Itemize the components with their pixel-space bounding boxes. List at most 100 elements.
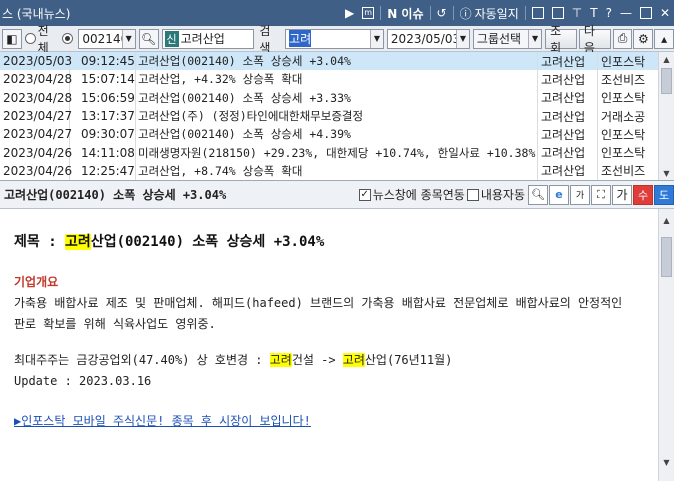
auto-content-checkbox[interactable]: 내용자동 [466,186,525,203]
scroll-down-icon[interactable]: ▼ [659,166,674,180]
news-row[interactable]: 2023/04/28 15:06:59 고려산업(002140) 소폭 상승세 +3… [0,88,658,107]
chevron-down-icon[interactable]: ▼ [369,29,383,48]
news-title: 고려산업(주) (정정)타인에대한채무보증결정 [136,106,538,126]
shareholder-highlight-2: 고려 [342,353,365,367]
section-title: 기업개요 [14,275,59,289]
window-title: 스 (국내뉴스) [2,6,71,21]
scroll-up-icon[interactable]: ▲ [659,52,674,66]
expand-icon[interactable]: ⛶ [591,184,611,205]
stock-name-field[interactable]: 신 고려산업 [161,28,255,49]
search-keyword-combo[interactable]: 고려 ▼ [285,28,384,49]
news-time: 09:30:07 [70,125,136,144]
group-select-label: 그룹선택 [476,32,522,46]
news-row[interactable]: 2023/04/28 15:07:14 고려산업, +4.32% 상승폭 확대 고려산… [0,70,658,89]
news-source: 인포스탁 [601,54,646,69]
minimize-icon[interactable]: — [616,0,636,26]
news-date: 2023/04/27 [0,106,72,126]
news-item: 고려산업 [538,70,598,89]
gear-icon[interactable]: ⚙ [633,28,654,49]
news-title: 고려산업, +8.74% 상승폭 확대 [136,161,538,180]
scroll-thumb[interactable] [661,237,672,277]
date-picker[interactable]: 2023/05/03 ▼ [386,28,470,49]
link-news-checkbox[interactable]: ✓ 뉴스창에 종목연동 [358,186,465,203]
news-time: 12:25:47 [70,161,136,180]
chevron-down-icon[interactable]: ▼ [121,29,135,48]
news-time: 15:07:14 [70,70,136,89]
headline-prefix: 제목 : [14,234,66,250]
font-small-button[interactable]: 가 [570,184,590,205]
news-row[interactable]: 2023/05/03 09:12:45 고려산업(002140) 소폭 상승세 +3… [0,52,658,71]
news-date: 2023/04/27 [0,125,72,144]
title-bar-controls: ▶ m N 이슈 ↺ ⓘ 자동일지 ⊤ T ? — ✕ [341,0,674,26]
browser-icon[interactable]: e [549,184,569,205]
next-button[interactable]: 다음 [578,24,611,55]
collapse-icon[interactable]: ▴ [654,28,674,49]
news-row[interactable]: 2023/04/27 09:30:07 고려산업(002140) 소폭 상승세 +4… [0,125,658,144]
scroll-up-icon[interactable]: ▲ [659,209,674,231]
date-value: 2023/05/03 [390,31,461,46]
news-item: 고려산업 [538,161,598,180]
issue-button[interactable]: N 이슈 [383,0,427,26]
news-list-scrollbar[interactable]: ▲ ▼ [658,52,674,180]
refresh-icon[interactable]: ↺ [433,0,451,26]
chevron-down-icon[interactable]: ▼ [528,29,542,48]
maximize-icon[interactable] [636,0,656,26]
separator [524,6,526,20]
search-keyword-value: 고려 [289,30,312,47]
zoom-icon[interactable]: 🔍︎ [528,184,548,205]
play-icon[interactable]: ▶ [341,0,358,26]
news-item: 고려산업 [538,88,598,107]
update-date: Update : 2023.03.16 [14,374,152,388]
radio-stock[interactable] [62,33,75,44]
news-date: 2023/04/28 [0,88,72,107]
news-row[interactable]: 2023/04/26 12:25:47 고려산업, +8.74% 상승폭 확대 고려산… [0,161,658,180]
scroll-thumb[interactable] [661,68,672,94]
sidebar-toggle-icon[interactable]: ◧ [2,28,22,49]
shareholder-suffix: 산업(76년11월) [364,353,453,367]
shareholder-prefix: 최대주주는 금강공업외(47.40%) 상 호변경 : [14,353,270,367]
shareholder-mid: 건설 -> [291,353,343,367]
calendar-icon[interactable]: ▼ [455,29,469,48]
detail-header-title: 고려산업(002140) 소폭 상승세 +3.04% [4,188,227,202]
edit-button[interactable]: 수 [633,184,653,205]
company-overview-line1: 가축용 배합사료 제조 및 판매업체. 해피드(hafeed) 브랜드의 가축용… [14,296,623,310]
radio-all[interactable]: 전체 [24,22,60,56]
scroll-down-icon[interactable]: ▼ [659,451,674,473]
separator [452,6,454,20]
promo-link[interactable]: ▶인포스탁 모바일 주식신문! 종목 후 시장이 보입니다! [14,412,311,429]
link-news-label: 뉴스창에 종목연동 [372,188,465,202]
news-source: 조선비즈 [601,72,646,87]
news-date: 2023/05/03 [0,52,72,71]
news-date: 2023/04/28 [0,70,72,89]
stock-code-combo[interactable]: 002140 ▼ [78,28,136,49]
window-layout-icon[interactable] [528,0,548,26]
print-icon[interactable]: ⎙ [612,28,633,49]
news-row[interactable]: 2023/04/26 14:11:08 미래생명자원(218150) +29.23%… [0,143,658,162]
auto-log-button[interactable]: ⓘ 자동일지 [456,0,523,26]
radio-stock-dot [62,33,74,44]
title-bar: 스 (국내뉴스) ▶ m N 이슈 ↺ ⓘ 자동일지 ⊤ T ? — ✕ [0,0,674,26]
news-time: 09:12:45 [70,52,136,71]
new-badge: 신 [164,30,179,47]
checkbox-checked: ✓ [358,188,371,201]
query-button[interactable]: 조회 [545,24,577,55]
font-large-button[interactable]: 가 [612,184,632,205]
article-scrollbar[interactable]: ▲ ▼ [658,209,674,481]
news-source: 인포스탁 [601,127,646,142]
search-icon[interactable]: 🔍︎ [138,28,159,49]
group-select[interactable]: 그룹선택 ▼ [472,28,543,49]
close-icon[interactable]: ✕ [656,0,674,26]
article-body: 제목 : 고려산업(002140) 소폭 상승세 +3.04% 기업개요 가축용… [0,209,658,481]
news-row[interactable]: 2023/04/27 13:17:37 고려산업(주) (정정)타인에대한채무보증결… [0,106,658,126]
blue-action-button[interactable]: 도 [654,184,674,205]
radio-all-dot [24,33,36,44]
memo-icon[interactable]: m [358,0,378,26]
auto-content-label: 내용자동 [480,188,525,202]
news-time: 13:17:37 [70,106,136,126]
news-source: 조선비즈 [601,164,646,179]
news-time: 14:11:08 [70,143,136,162]
search-toolbar: ◧ 전체 002140 ▼ 🔍︎ 신 고려산업 검색 고려 ▼ 2023/05/03 ▼… [0,24,674,55]
search-label: 검색 [259,23,271,55]
news-source: 거래소공 [601,109,646,124]
news-time: 15:06:59 [70,88,136,107]
